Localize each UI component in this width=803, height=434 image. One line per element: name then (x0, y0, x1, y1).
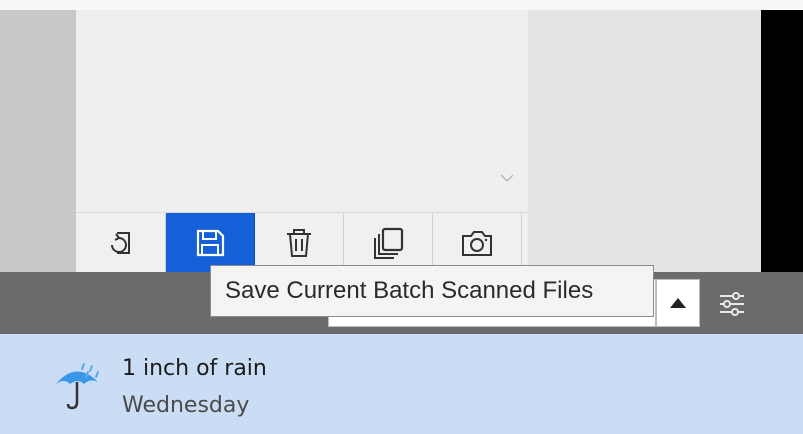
rotate-export-button[interactable] (77, 213, 166, 272)
sliders-icon (720, 292, 744, 316)
chevron-down-icon[interactable] (497, 170, 517, 186)
tray-settings-button[interactable] (710, 282, 754, 326)
tray-expand-button[interactable] (656, 279, 700, 327)
black-edge (761, 10, 803, 272)
window-top-edge (0, 0, 803, 10)
weather-condition: 1 inch of rain (122, 356, 267, 381)
copy-pages-icon (374, 227, 404, 259)
umbrella-rain-icon (56, 363, 99, 410)
camera-icon (462, 230, 492, 256)
copy-pages-button[interactable] (344, 213, 433, 272)
tooltip-text: Save Current Batch Scanned Files (225, 277, 594, 304)
tooltip: Save Current Batch Scanned Files (210, 265, 654, 317)
rotate-export-icon (111, 231, 130, 254)
delete-button[interactable] (255, 213, 344, 272)
triangle-up-icon (670, 298, 686, 308)
left-panel (0, 10, 76, 272)
weather-day: Wednesday (122, 393, 250, 418)
scan-preview-area[interactable] (76, 10, 528, 212)
scan-toolbar (76, 212, 528, 273)
save-icon (196, 229, 225, 256)
screen: Save Current Batch Scanned Files 1 inch … (0, 0, 803, 434)
weather-widget[interactable] (0, 334, 803, 434)
save-batch-button[interactable] (166, 213, 255, 272)
right-panel (528, 10, 761, 272)
trash-icon (287, 228, 311, 257)
camera-button[interactable] (433, 213, 522, 272)
